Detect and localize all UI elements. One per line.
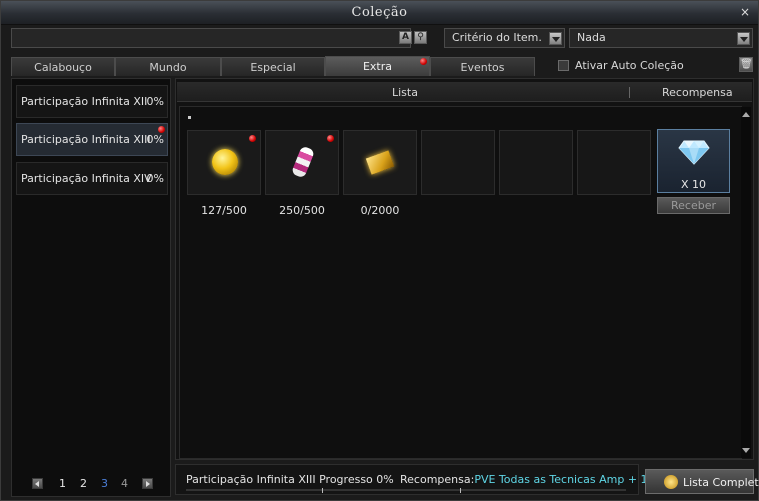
receive-button[interactable]: Receber [657, 197, 730, 214]
progress-bar-panel: Participação Infinita XIII Progresso 0% … [175, 464, 665, 495]
item-count: 127/500 [201, 204, 247, 217]
prev-page-icon[interactable] [32, 478, 43, 489]
reward-slot[interactable]: X 10 [657, 129, 730, 193]
close-icon[interactable]: × [740, 5, 750, 19]
list-item[interactable]: Participação Infinita XIII 0% [16, 123, 168, 156]
notification-dot-icon [420, 58, 427, 65]
reward-summary: Recompensa:PVE Todas as Tecnicas Amp + 1… [400, 473, 665, 486]
tab-label: Especial [250, 61, 296, 74]
reward-summary-label: Recompensa: [400, 473, 475, 486]
tab-calabouco[interactable]: Calabouço [11, 57, 115, 76]
empty-slot [499, 130, 573, 195]
list-item-name: Participação Infinita XIV [21, 172, 152, 185]
next-page-icon[interactable] [142, 478, 153, 489]
scroll-up-icon[interactable] [742, 110, 750, 118]
list-item[interactable]: Participação Infinita XII 0% [16, 85, 168, 118]
reward-header-label: Recompensa [662, 86, 733, 99]
scroll-down-icon[interactable] [742, 447, 750, 455]
chevron-down-icon[interactable] [549, 32, 562, 45]
item-slot[interactable] [187, 130, 261, 195]
list-item-name: Participação Infinita XIII [21, 133, 151, 146]
page-3[interactable]: 3 [101, 477, 108, 490]
progress-text: Participação Infinita XIII Progresso 0% [186, 473, 394, 486]
list-header: Lista Recompensa [177, 82, 752, 102]
page-2[interactable]: 2 [80, 477, 87, 490]
scrollbar[interactable] [741, 107, 751, 458]
trash-icon[interactable]: 🗑 [739, 57, 753, 72]
tab-eventos[interactable]: Eventos [430, 57, 535, 76]
notification-dot-icon [158, 126, 165, 133]
window-title: Coleção [351, 5, 408, 20]
collection-detail-panel: Lista Recompensa 127/500 250/500 0/2000 [175, 78, 754, 460]
star-icon [664, 475, 678, 489]
list-item-name: Participação Infinita XII [21, 95, 148, 108]
progress-tick [322, 488, 323, 493]
bullet-marker [188, 116, 191, 119]
tab-mundo[interactable]: Mundo [115, 57, 221, 76]
item-count: 0/2000 [360, 204, 400, 217]
gold-coin-icon [212, 149, 238, 175]
empty-slot [577, 130, 651, 195]
search-input[interactable] [11, 28, 411, 48]
criteria-select-value: Critério do Item. [452, 31, 542, 44]
item-slot[interactable] [265, 130, 339, 195]
page-1[interactable]: 1 [59, 477, 66, 490]
empty-slot [421, 130, 495, 195]
item-grid: 127/500 250/500 0/2000 X 10 Receber [179, 106, 742, 459]
reward-quantity: X 10 [680, 178, 707, 191]
progress-tick [460, 488, 461, 493]
criteria-select[interactable]: Critério do Item. [444, 28, 565, 48]
progress-track [186, 489, 626, 491]
collection-window: Coleção × A ⚲ Critério do Item. Nada Cal… [0, 0, 759, 501]
notification-dot-icon [249, 135, 256, 142]
gold-ticket-icon [365, 150, 395, 175]
chevron-down-icon[interactable] [737, 32, 750, 45]
list-item-progress: 0% [146, 95, 164, 108]
item-count: 250/500 [279, 204, 325, 217]
title-bar[interactable]: Coleção × [1, 1, 758, 25]
tab-especial[interactable]: Especial [221, 57, 325, 76]
diamond-icon [678, 140, 710, 165]
list-item-progress: 0% [146, 172, 164, 185]
list-item[interactable]: Participação Infinita XIV 0% [16, 162, 168, 195]
collection-list-panel: Participação Infinita XII 0% Participaçã… [11, 78, 171, 497]
pagination: 1 2 3 4 [21, 477, 161, 491]
filter-select-value: Nada [577, 31, 606, 44]
notification-dot-icon [327, 135, 334, 142]
header-divider [629, 87, 630, 98]
sort-alpha-icon[interactable]: A [399, 31, 412, 44]
tab-label: Calabouço [34, 61, 92, 74]
tab-extra[interactable]: Extra [325, 56, 430, 76]
reward-summary-value: PVE Todas as Tecnicas Amp + 15% [474, 473, 666, 486]
list-header-label: Lista [392, 86, 418, 99]
category-tabs: Calabouço Mundo Especial Extra Eventos [11, 56, 551, 76]
tab-label: Extra [362, 60, 393, 73]
full-list-button[interactable]: Lista Completa [645, 469, 759, 494]
pink-pill-icon [290, 145, 316, 179]
page-4[interactable]: 4 [121, 477, 128, 490]
list-item-progress: 0% [146, 133, 164, 146]
auto-collect-checkbox[interactable] [558, 60, 569, 71]
filter-select[interactable]: Nada [569, 28, 753, 48]
search-row: A ⚲ Critério do Item. Nada [11, 28, 753, 50]
search-icon[interactable]: ⚲ [414, 31, 427, 44]
auto-collect-label: Ativar Auto Coleção [575, 59, 684, 72]
item-slot[interactable] [343, 130, 417, 195]
tab-label: Eventos [460, 61, 505, 74]
tab-label: Mundo [149, 61, 187, 74]
full-list-label: Lista Completa [683, 476, 759, 489]
